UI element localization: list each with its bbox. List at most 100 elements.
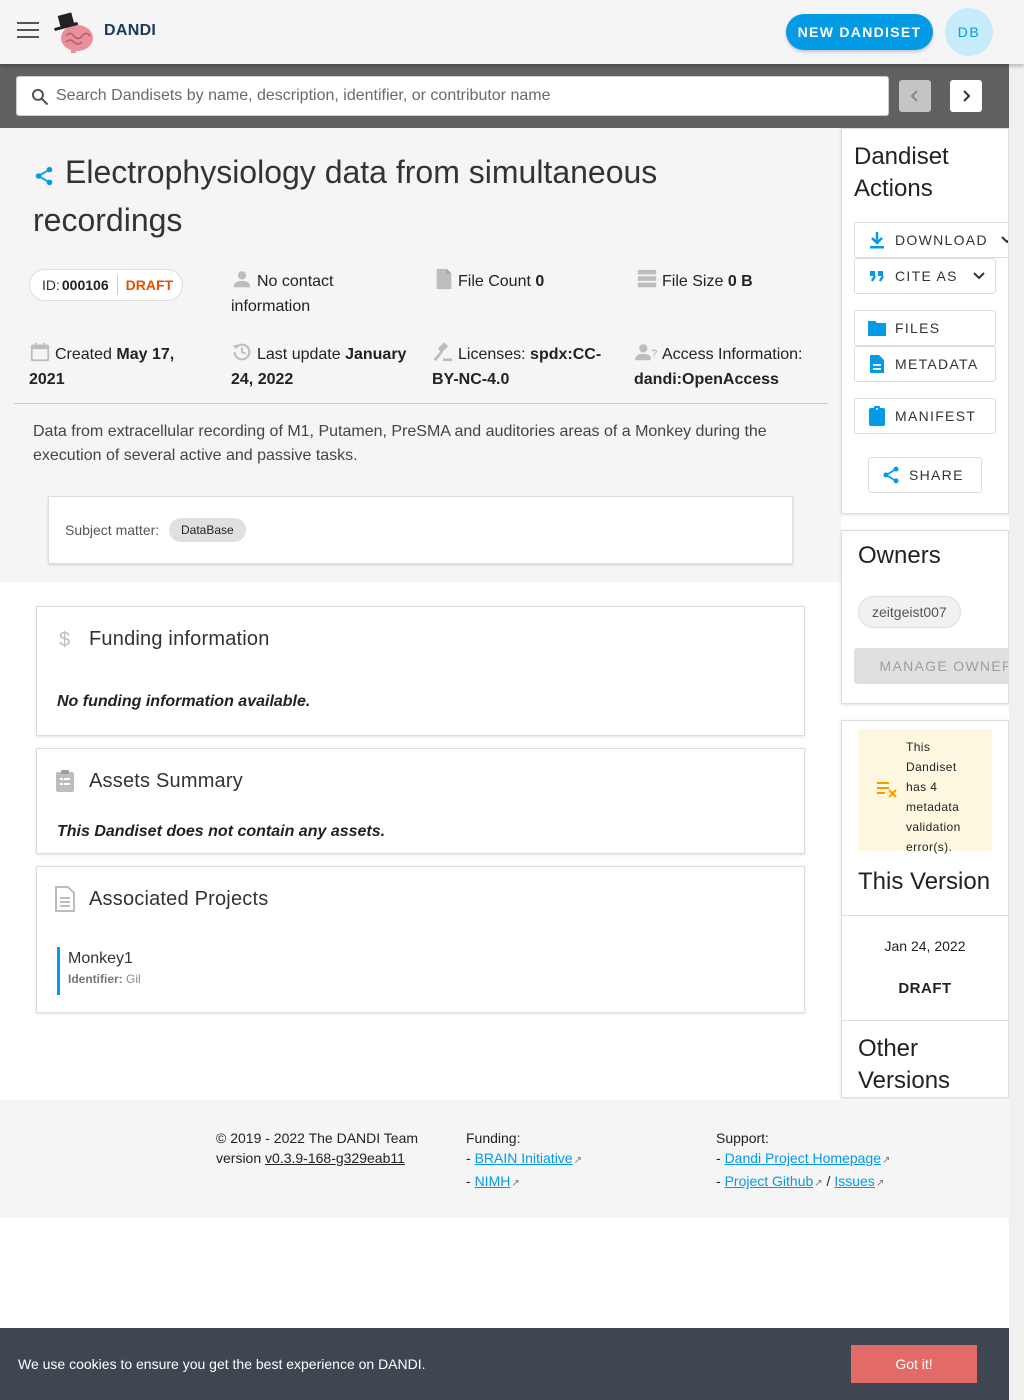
identifier-value: Gil [126, 972, 141, 986]
search-input[interactable] [56, 77, 876, 115]
other-versions-title: Other Versions [858, 1035, 951, 1094]
search-bar [0, 64, 1009, 128]
dandiset-id: 000106 [61, 277, 109, 293]
validation-warning-text: This Dandiset has 4 metadata validation … [906, 740, 961, 854]
file-count-label: File Count [458, 273, 531, 290]
this-version-date: Jan 24, 2022 [884, 938, 966, 954]
svg-text:$: $ [59, 629, 70, 651]
external-link-icon: ↗ [881, 1155, 891, 1166]
dandiset-description: Data from extracellular recording of M1,… [33, 423, 767, 464]
cookie-banner: We use cookies to ensure you get the bes… [0, 1328, 1009, 1400]
svg-text:?: ? [652, 349, 658, 360]
id-label: ID: [42, 277, 60, 293]
licenses: Licenses: spdx:CC-BY-NC-4.0 [432, 341, 612, 392]
manage-owners-button[interactable]: MANAGE OWNERS [854, 648, 1008, 684]
support-link-row: - Project Github↗ / Issues↗ [716, 1173, 885, 1189]
chevron-left-icon [910, 90, 918, 102]
search-field[interactable] [16, 76, 889, 116]
clipboard-icon [56, 770, 74, 792]
playlist-remove-icon [877, 782, 897, 798]
external-link-icon: ↗ [573, 1155, 582, 1166]
dandi-logo[interactable] [52, 10, 96, 54]
subject-matter-label: Subject matter: [65, 522, 160, 538]
folder-icon [867, 318, 887, 338]
this-version-name[interactable]: DRAFT [842, 980, 1008, 997]
chevron-right-icon [963, 90, 971, 102]
version-line: version v0.3.9-168-g329eab11 [216, 1148, 418, 1168]
associated-projects-card: Associated Projects Monkey1 Identifier: … [36, 866, 805, 1013]
version-divider [842, 1020, 1008, 1021]
brain-initiative-link[interactable]: BRAIN Initiative [475, 1150, 573, 1166]
quote-icon [867, 266, 887, 286]
external-link-icon: ↗ [511, 1178, 520, 1189]
footer-funding: Funding: - BRAIN Initiative↗ - NIMH↗ [466, 1128, 582, 1194]
previous-dandiset-button[interactable] [899, 80, 931, 112]
funding-label: Funding: [466, 1130, 521, 1146]
owner-chip[interactable]: zeitgeist007 [858, 596, 961, 628]
dandiset-actions-title: Dandiset Actions [854, 143, 949, 202]
dollar-icon: $ [59, 629, 70, 651]
user-avatar[interactable]: DB [945, 8, 993, 56]
files-label: FILES [895, 320, 941, 336]
files-button[interactable]: FILES [854, 310, 996, 346]
manifest-label: MANIFEST [895, 408, 977, 424]
manifest-button[interactable]: MANIFEST [854, 398, 996, 434]
assignment-icon [867, 406, 887, 426]
assets-summary-card: Assets Summary This Dandiset does not co… [36, 748, 805, 854]
version-divider [842, 915, 1008, 916]
dandiset-actions-panel: Dandiset Actions DOWNLOAD CITE AS FILES … [841, 128, 1009, 514]
document-icon [55, 886, 75, 912]
metadata-label: METADATA [895, 356, 979, 372]
dandiset-id-chip: ID: 000106 DRAFT [29, 269, 183, 301]
dandi-homepage-link[interactable]: Dandi Project Homepage [725, 1150, 881, 1166]
menu-icon[interactable] [17, 22, 39, 40]
gavel-icon [433, 342, 453, 362]
issues-link[interactable]: Issues [834, 1173, 874, 1189]
brand-name[interactable]: DANDI [104, 22, 156, 40]
new-dandiset-button[interactable]: NEW DANDISET [786, 14, 933, 50]
subject-matter-panel: Subject matter: DataBase [48, 496, 793, 564]
file-size-label: File Size [662, 273, 724, 290]
share-icon [881, 465, 901, 485]
project-name: Monkey1 [68, 950, 133, 967]
external-link-icon: ↗ [875, 1178, 885, 1189]
project-item: Monkey1 Identifier: Gil [57, 947, 141, 995]
project-github-link[interactable]: Project Github [725, 1173, 814, 1189]
created-label: Created [55, 346, 112, 363]
next-dandiset-button[interactable] [950, 80, 982, 112]
subject-tag: DataBase [169, 518, 246, 542]
person-icon [233, 271, 251, 288]
validation-warning[interactable]: This Dandiset has 4 metadata validation … [858, 729, 992, 854]
download-label: DOWNLOAD [895, 232, 988, 248]
nimh-link[interactable]: NIMH [475, 1173, 511, 1189]
external-link-icon: ↗ [814, 1178, 823, 1189]
contact-info: No contact information [231, 268, 401, 319]
chevron-down-icon [973, 272, 985, 280]
download-button[interactable]: DOWNLOAD [854, 222, 1008, 258]
chip-divider [116, 275, 118, 295]
footer-support: Support: - Dandi Project Homepage↗ - Pro… [716, 1128, 890, 1194]
chevron-down-icon [1001, 236, 1008, 244]
identifier-label: Identifier: [68, 972, 123, 986]
licenses-label: Licenses: [458, 346, 526, 363]
support-link-row: - Dandi Project Homepage↗ [716, 1150, 891, 1166]
cookie-accept-button[interactable]: Got it! [851, 1345, 977, 1383]
share-label: SHARE [909, 467, 964, 483]
share-button[interactable]: SHARE [868, 457, 982, 493]
cite-as-button[interactable]: CITE AS [854, 258, 996, 294]
file-size: File Size 0 B [636, 268, 753, 294]
file-count: File Count 0 [434, 268, 544, 294]
download-icon [867, 230, 887, 250]
owners-panel: Owners zeitgeist007 MANAGE OWNERS [841, 530, 1009, 704]
associated-projects-title: Associated Projects [89, 888, 269, 910]
version-link[interactable]: v0.3.9-168-g329eab11 [265, 1150, 405, 1166]
page-scrollbar[interactable] [1009, 64, 1024, 1400]
file-icon [436, 268, 452, 290]
support-label: Support: [716, 1130, 769, 1146]
funding-link-row: - NIMH↗ [466, 1173, 520, 1189]
cookie-message: We use cookies to ensure you get the bes… [18, 1356, 426, 1372]
assets-summary-title: Assets Summary [89, 770, 243, 792]
created-date: Created May 17, 2021 [29, 341, 209, 392]
metadata-button[interactable]: METADATA [854, 346, 996, 382]
storage-icon [637, 269, 657, 288]
